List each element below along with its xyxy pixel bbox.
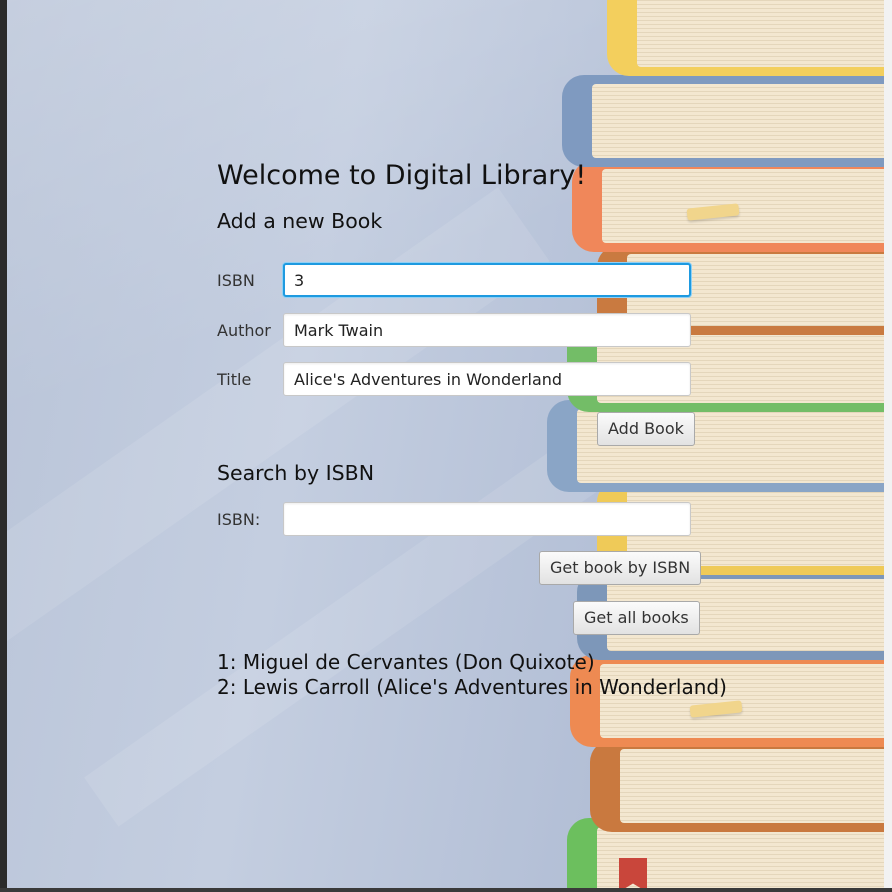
isbn-input[interactable] <box>283 263 691 297</box>
get-all-books-button[interactable]: Get all books <box>573 601 700 635</box>
add-book-button[interactable]: Add Book <box>597 412 695 446</box>
results-list: 1: Miguel de Cervantes (Don Quixote) 2: … <box>217 650 727 700</box>
list-item: 1: Miguel de Cervantes (Don Quixote) <box>217 650 595 674</box>
search-isbn-label: ISBN: <box>217 510 261 529</box>
title-label: Title <box>217 370 252 389</box>
list-item: 2: Lewis Carroll (Alice's Adventures in … <box>217 675 727 699</box>
page-title: Welcome to Digital Library! <box>217 160 587 191</box>
search-isbn-input[interactable] <box>283 502 691 536</box>
title-input[interactable] <box>283 362 691 396</box>
get-book-by-isbn-button[interactable]: Get book by ISBN <box>539 551 702 585</box>
author-input[interactable] <box>283 313 691 347</box>
isbn-label: ISBN <box>217 271 255 290</box>
search-heading: Search by ISBN <box>217 461 375 485</box>
add-book-heading: Add a new Book <box>217 209 383 233</box>
author-label: Author <box>217 321 271 340</box>
main-form: Welcome to Digital Library! Add a new Bo… <box>0 0 892 892</box>
